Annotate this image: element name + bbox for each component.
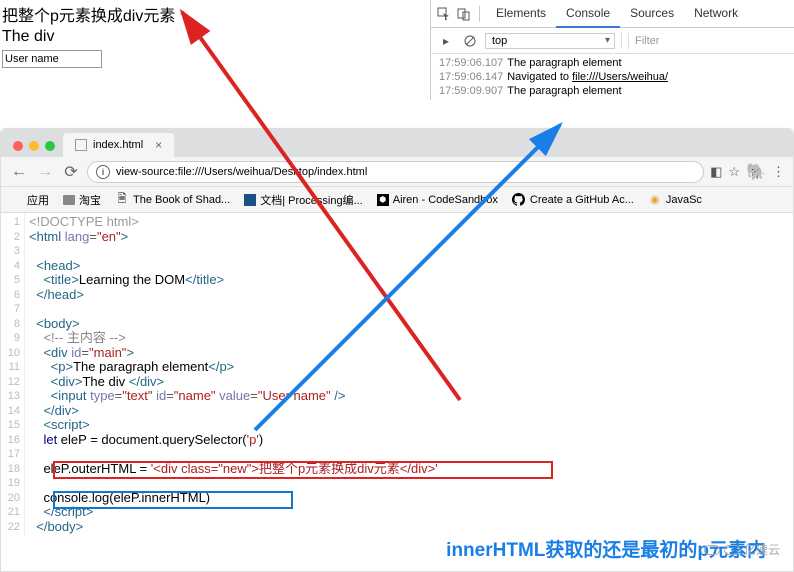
site-info-icon[interactable]: i [96, 165, 110, 179]
device-icon[interactable] [455, 5, 473, 23]
js-icon: ◉ [648, 193, 662, 207]
source-line: <title>Learning the DOM</title> [29, 273, 793, 288]
devtools-panel: ElementsConsoleSourcesNetwork ▸ top Filt… [430, 0, 794, 100]
forward-button[interactable]: → [35, 163, 55, 181]
source-line: </body> [29, 520, 793, 535]
apps-icon [9, 193, 23, 207]
bookmarks-bar: 应用 淘宝 🗎The Book of Shad... 文档| Processin… [1, 187, 793, 213]
bookmark-folder[interactable]: 淘宝 [63, 192, 101, 208]
evernote-icon[interactable]: 🐘 [746, 162, 766, 182]
watermark: 亿速云 [704, 541, 780, 558]
github-icon [512, 193, 526, 207]
sidebar-toggle-icon[interactable]: ▸ [437, 32, 455, 50]
highlight-box-blue [53, 491, 293, 509]
highlight-box-red [53, 461, 553, 479]
bookmark-item[interactable]: 🗎The Book of Shad... [115, 193, 230, 207]
browser-tabbar: index.html × [1, 129, 793, 157]
source-line: <script> [29, 418, 793, 433]
codesandbox-icon: ⬢ [377, 194, 389, 206]
output-input[interactable] [2, 50, 102, 68]
menu-icon[interactable]: ⋮ [772, 164, 785, 180]
console-line: 17:59:06.107The paragraph element [431, 56, 794, 70]
source-line: <p>The paragraph element</p> [29, 360, 793, 375]
file-icon [75, 139, 87, 151]
output-div-text: The div [2, 28, 428, 46]
window-controls [9, 141, 63, 157]
source-line: <div>The div </div> [29, 375, 793, 390]
source-line [29, 447, 793, 462]
clear-console-icon[interactable] [461, 32, 479, 50]
back-button[interactable]: ← [9, 163, 29, 181]
processing-icon [244, 194, 256, 206]
close-window-icon[interactable] [13, 141, 23, 151]
tab-title: index.html [93, 139, 143, 151]
bookmark-item[interactable]: 文档| Processing编... [244, 192, 363, 208]
source-line: <body> [29, 317, 793, 332]
browser-tab[interactable]: index.html × [63, 133, 174, 157]
devtools-tab-elements[interactable]: Elements [486, 0, 556, 28]
browser-window: index.html × ← → ⟳ i view-source:file://… [0, 128, 794, 572]
bookmark-item[interactable]: ◉JavaSc [648, 193, 702, 207]
source-view: 12345678910111213141516171819202122 <!DO… [1, 213, 793, 536]
bookmark-item[interactable]: ⬢Airen - CodeSandbox [377, 194, 498, 206]
close-tab-icon[interactable]: × [155, 138, 162, 152]
context-selector[interactable]: top [485, 33, 615, 49]
source-line: let eleP = document.querySelector('p') [29, 433, 793, 448]
console-line: 17:59:09.907The paragraph element [431, 84, 794, 98]
output-heading: 把整个p元素换成div元素 [2, 2, 428, 26]
source-line: <input type="text" id="name" value="User… [29, 389, 793, 404]
source-line: <!-- 主内容 --> [29, 331, 793, 346]
devtools-tab-sources[interactable]: Sources [620, 0, 684, 28]
folder-icon [63, 195, 75, 205]
source-lines: <!DOCTYPE html><html lang="en"> <head> <… [25, 213, 793, 536]
extension-icon[interactable]: ◧ [710, 164, 722, 180]
source-line: </head> [29, 288, 793, 303]
address-bar[interactable]: i view-source:file:///Users/weihua/Deskt… [87, 161, 704, 183]
rendered-page-output: 把整个p元素换成div元素 The div [0, 0, 430, 70]
star-icon[interactable]: ☆ [728, 164, 740, 180]
source-line [29, 244, 793, 259]
source-line: </div> [29, 404, 793, 419]
devtools-tab-console[interactable]: Console [556, 0, 620, 28]
source-line: <div id="main"> [29, 346, 793, 361]
console-output: 17:59:06.107The paragraph element17:59:0… [431, 54, 794, 100]
source-line: <html lang="en"> [29, 230, 793, 245]
inspect-icon[interactable] [435, 5, 453, 23]
source-line: <head> [29, 259, 793, 274]
devtools-tabbar: ElementsConsoleSourcesNetwork [431, 0, 794, 28]
bookmark-item[interactable]: Create a GitHub Ac... [512, 193, 634, 207]
devtools-tab-network[interactable]: Network [684, 0, 748, 28]
source-line: <!DOCTYPE html> [29, 215, 793, 230]
console-toolbar: ▸ top Filter [431, 28, 794, 54]
maximize-window-icon[interactable] [45, 141, 55, 151]
apps-button[interactable]: 应用 [9, 192, 49, 208]
reload-button[interactable]: ⟳ [61, 162, 81, 182]
url-text: view-source:file:///Users/weihua/Desktop… [116, 166, 367, 178]
browser-toolbar: ← → ⟳ i view-source:file:///Users/weihua… [1, 157, 793, 187]
console-line: 17:59:06.147Navigated to file:///Users/w… [431, 70, 794, 84]
console-filter-input[interactable]: Filter [628, 33, 788, 49]
minimize-window-icon[interactable] [29, 141, 39, 151]
page-icon: 🗎 [115, 193, 129, 207]
line-gutter: 12345678910111213141516171819202122 [1, 213, 25, 536]
source-line [29, 302, 793, 317]
